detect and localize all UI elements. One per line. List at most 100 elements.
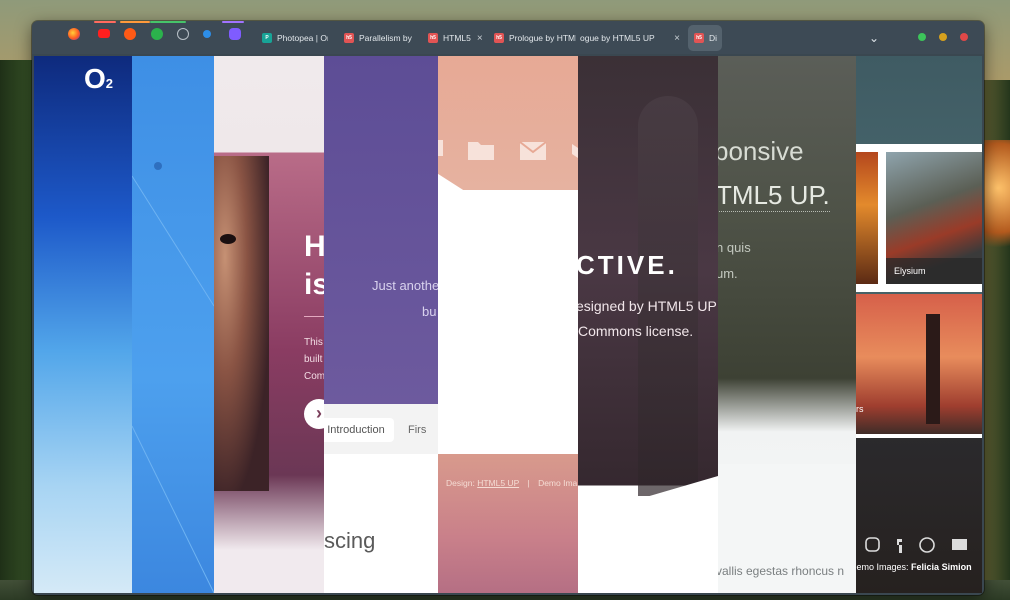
gallery-credit-label: Demo Images:: [856, 562, 909, 572]
window-maximize-icon[interactable]: [939, 33, 947, 41]
parallelism-tagline-1: Just another: [372, 278, 438, 293]
responsive-line-1: n quis: [718, 240, 751, 255]
dribbble-icon[interactable]: [919, 537, 935, 553]
gallery-partial-label: rs: [856, 404, 864, 414]
hero-heading-line-2: is: [304, 268, 324, 301]
partial-icon: [438, 140, 443, 156]
portrait-face-image: [214, 156, 269, 491]
photopea-icon: P: [262, 33, 272, 43]
hero-divider: [304, 316, 324, 317]
tab-html5-label: HTML5: [443, 33, 471, 43]
tab-html5[interactable]: h5 HTML5 ×: [422, 25, 486, 51]
tab-active-label: Di: [709, 33, 718, 43]
gallery-elysium-thumb[interactable]: Elysium: [886, 152, 982, 284]
tab-photopea[interactable]: P Photopea | On: [256, 25, 328, 51]
dark-hero-page-strip: CTIVE. esigned by HTML5 UP Commons licen…: [578, 56, 718, 593]
social-icons: [865, 537, 967, 553]
html5up-icon: h5: [694, 33, 704, 43]
gallery-credit: Demo Images: Felicia Simion: [856, 562, 972, 572]
o2-logo-sub: 2: [105, 76, 114, 91]
close-tab-icon[interactable]: ×: [471, 33, 483, 44]
hero-page-strip: H is This built Comm ›: [214, 56, 324, 593]
parallelism-banner: [324, 56, 438, 404]
credits-design-label: Design:: [446, 478, 475, 488]
o2-logo-letter: O: [84, 63, 106, 94]
gallery-sunset-thumb[interactable]: rs: [856, 294, 982, 434]
prologue-credits: Design: HTML5 UP | Demo Ima: [446, 478, 577, 488]
responsive-title: ponsive: [718, 136, 804, 166]
nav-first[interactable]: Firs: [408, 418, 426, 442]
gallery-row-1: Elysium: [856, 144, 982, 292]
blue-strip-lines: [132, 175, 214, 593]
tab-prologue-2-label: ogue by HTML5 UP: [580, 33, 655, 43]
o2-logo[interactable]: O2: [84, 64, 113, 99]
parallelism-tagline-2: bu: [422, 304, 437, 319]
tab-prologue-label: Prologue by HTML5: [509, 33, 576, 43]
telegram-icon[interactable]: [203, 30, 211, 38]
prologue-icons: [438, 140, 578, 160]
portrait-eye: [220, 234, 236, 244]
email-icon[interactable]: [952, 539, 967, 550]
facebook-icon[interactable]: [897, 539, 902, 553]
credits-demo-label: Demo Ima: [538, 478, 578, 488]
reddit-icon[interactable]: [124, 28, 136, 40]
hero-body-line-1: This: [304, 337, 323, 348]
close-tab-icon[interactable]: ×: [668, 33, 680, 44]
tab-indicator-reddit: [120, 21, 150, 23]
gallery-elysium-label: Elysium: [886, 258, 982, 284]
tab-prologue[interactable]: h5 Prologue by HTML5: [488, 25, 576, 51]
prologue-footer: Design: HTML5 UP | Demo Ima: [438, 454, 578, 593]
mastodon-icon[interactable]: [229, 28, 241, 40]
parallelism-nav: Introduction Firs: [324, 404, 438, 454]
tab-parallelism[interactable]: h5 Parallelism by: [338, 25, 412, 51]
hero-heading-line-1: H: [304, 230, 324, 263]
globe-icon[interactable]: [177, 28, 189, 40]
responsive-line-2: um.: [718, 266, 738, 281]
html5up-icon: h5: [494, 33, 504, 43]
tower-image: [638, 96, 698, 496]
wallpaper-sunset: [980, 140, 1010, 260]
responsive-footer-text: vallis egestas rhoncus n: [718, 564, 845, 578]
youtube-icon[interactable]: [98, 29, 110, 38]
gallery-credit-name[interactable]: Felicia Simion: [911, 562, 972, 572]
tab-indicator-feedly: [150, 21, 186, 23]
tab-bar: P Photopea | On h5 Parallelism by h5 HTM…: [32, 21, 984, 54]
nav-introduction[interactable]: Introduction: [324, 418, 394, 442]
o2-page-strip: O2: [34, 56, 132, 593]
folder-icon[interactable]: [468, 142, 494, 160]
blue-page-strip: [132, 56, 214, 593]
responsive-title-2: TML5 UP.: [718, 180, 830, 212]
tab-indicator-mastodon: [222, 21, 244, 23]
window-close-icon[interactable]: [960, 33, 968, 41]
browser-window: P Photopea | On h5 Parallelism by h5 HTM…: [32, 21, 984, 595]
gallery-flowers-thumb[interactable]: [856, 152, 878, 284]
hero-body-line-2: built: [304, 354, 323, 365]
dark-hero-title: CTIVE.: [578, 250, 678, 280]
parallelism-page-strip: Just another bu Introduction Firs scing: [324, 56, 438, 593]
responsive-page-strip: ponsive TML5 UP. n quis um. vallis egest…: [718, 56, 856, 593]
gallery-chimney: [926, 314, 940, 424]
feedly-icon[interactable]: [151, 28, 163, 40]
parallelism-big-word: scing: [324, 528, 376, 553]
window-minimize-icon[interactable]: [918, 33, 926, 41]
dark-hero-line-2: Commons license.: [578, 323, 694, 339]
desktop-wallpaper: P Photopea | On h5 Parallelism by h5 HTM…: [0, 0, 1010, 600]
gallery-page-strip: Elysium rs Demo Images: Felicia Simion: [856, 56, 982, 593]
page-content-composite: O2 H is This built Com › Just another bu…: [34, 56, 982, 593]
list-all-tabs-icon[interactable]: ⌄: [864, 25, 884, 51]
instagram-icon[interactable]: [865, 537, 880, 552]
credits-html5up-link[interactable]: HTML5 UP: [477, 478, 519, 488]
hero-next-button[interactable]: ›: [304, 399, 324, 429]
prologue-page-strip: Design: HTML5 UP | Demo Ima: [438, 56, 578, 593]
tab-active[interactable]: h5 Di: [688, 25, 722, 51]
hero-heading: H is: [304, 228, 324, 304]
tab-photopea-label: Photopea | On: [277, 33, 328, 43]
html5up-icon: h5: [344, 33, 354, 43]
gallery-gap: [856, 434, 982, 438]
firefox-icon[interactable]: [68, 28, 80, 40]
hero-body: This built Comm: [304, 334, 324, 385]
blue-strip-bullet-icon: [154, 162, 162, 170]
hero-body-line-3: Comm: [304, 371, 324, 382]
tab-prologue-2[interactable]: ogue by HTML5 UP ×: [574, 25, 686, 51]
credits-separator: |: [527, 478, 530, 488]
